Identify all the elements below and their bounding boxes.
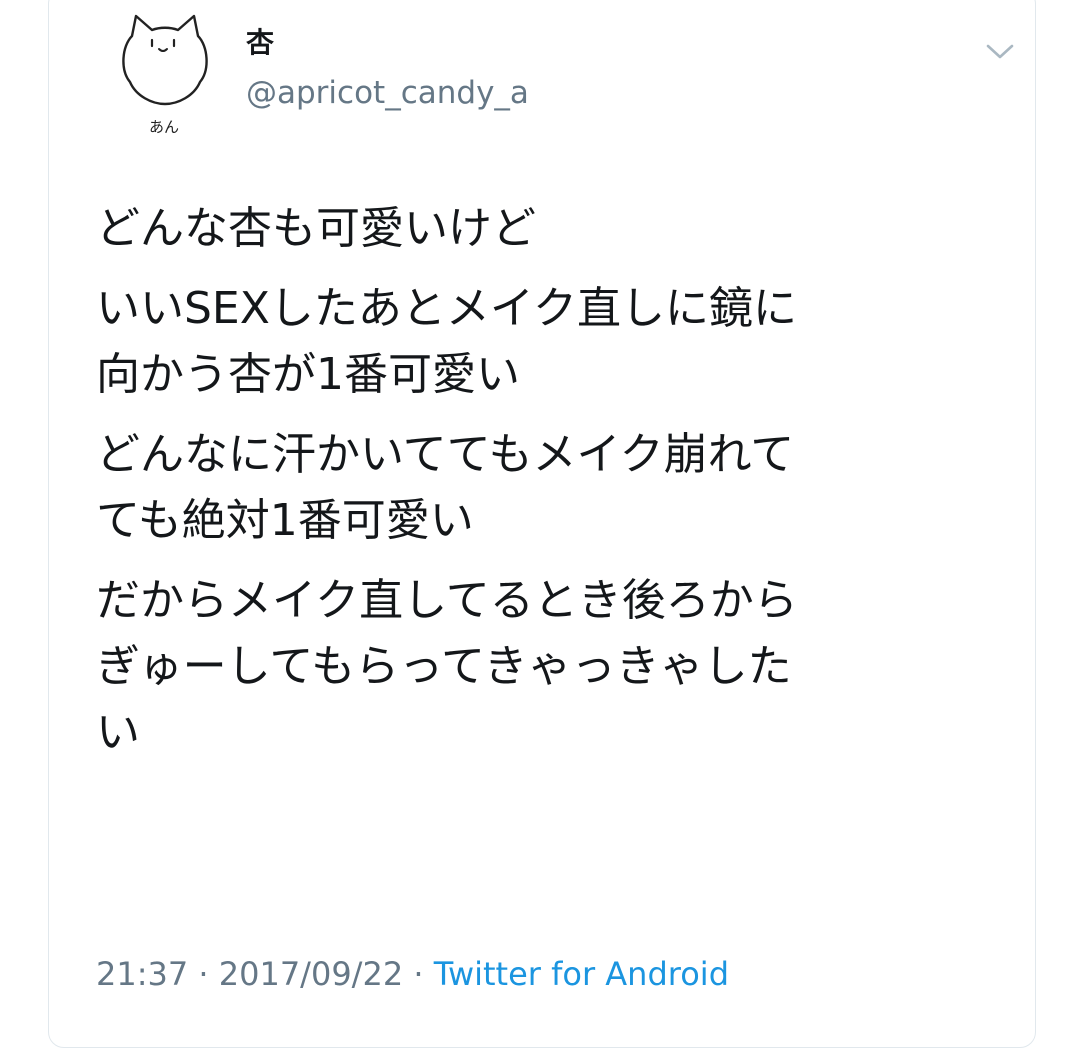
meta-separator: ·	[413, 955, 424, 993]
tweet-time[interactable]: 21:37	[96, 955, 188, 993]
meta-separator: ·	[198, 955, 209, 993]
tweet-date[interactable]: 2017/09/22	[219, 955, 403, 993]
display-name[interactable]: 杏	[246, 26, 274, 60]
avatar-caption: あん	[149, 118, 179, 136]
chevron-down-icon[interactable]	[984, 38, 1016, 64]
cat-doodle-avatar-icon: あん	[122, 14, 208, 136]
tweet-text: どんな杏も可愛いけど いいSEXしたあとメイク直しに鏡に 向かう杏が1番可愛い …	[96, 196, 996, 780]
tweet-paragraph: どんなに汗かいててもメイク崩れて ても絶対1番可愛い	[96, 429, 795, 546]
tweet-metadata: 21:37 · 2017/09/22 · Twitter for Android	[96, 952, 729, 996]
user-handle[interactable]: @apricot_candy_a	[246, 74, 529, 112]
tweet-paragraph: どんな杏も可愛いけど	[96, 203, 536, 254]
tweet-paragraph: いいSEXしたあとメイク直しに鏡に 向かう杏が1番可愛い	[96, 283, 797, 400]
tweet-paragraph: だからメイク直してるとき後ろから ぎゅーしてもらってきゃっきゃした い	[96, 575, 798, 758]
avatar[interactable]: あん	[108, 10, 218, 140]
tweet-source-link[interactable]: Twitter for Android	[434, 955, 729, 993]
